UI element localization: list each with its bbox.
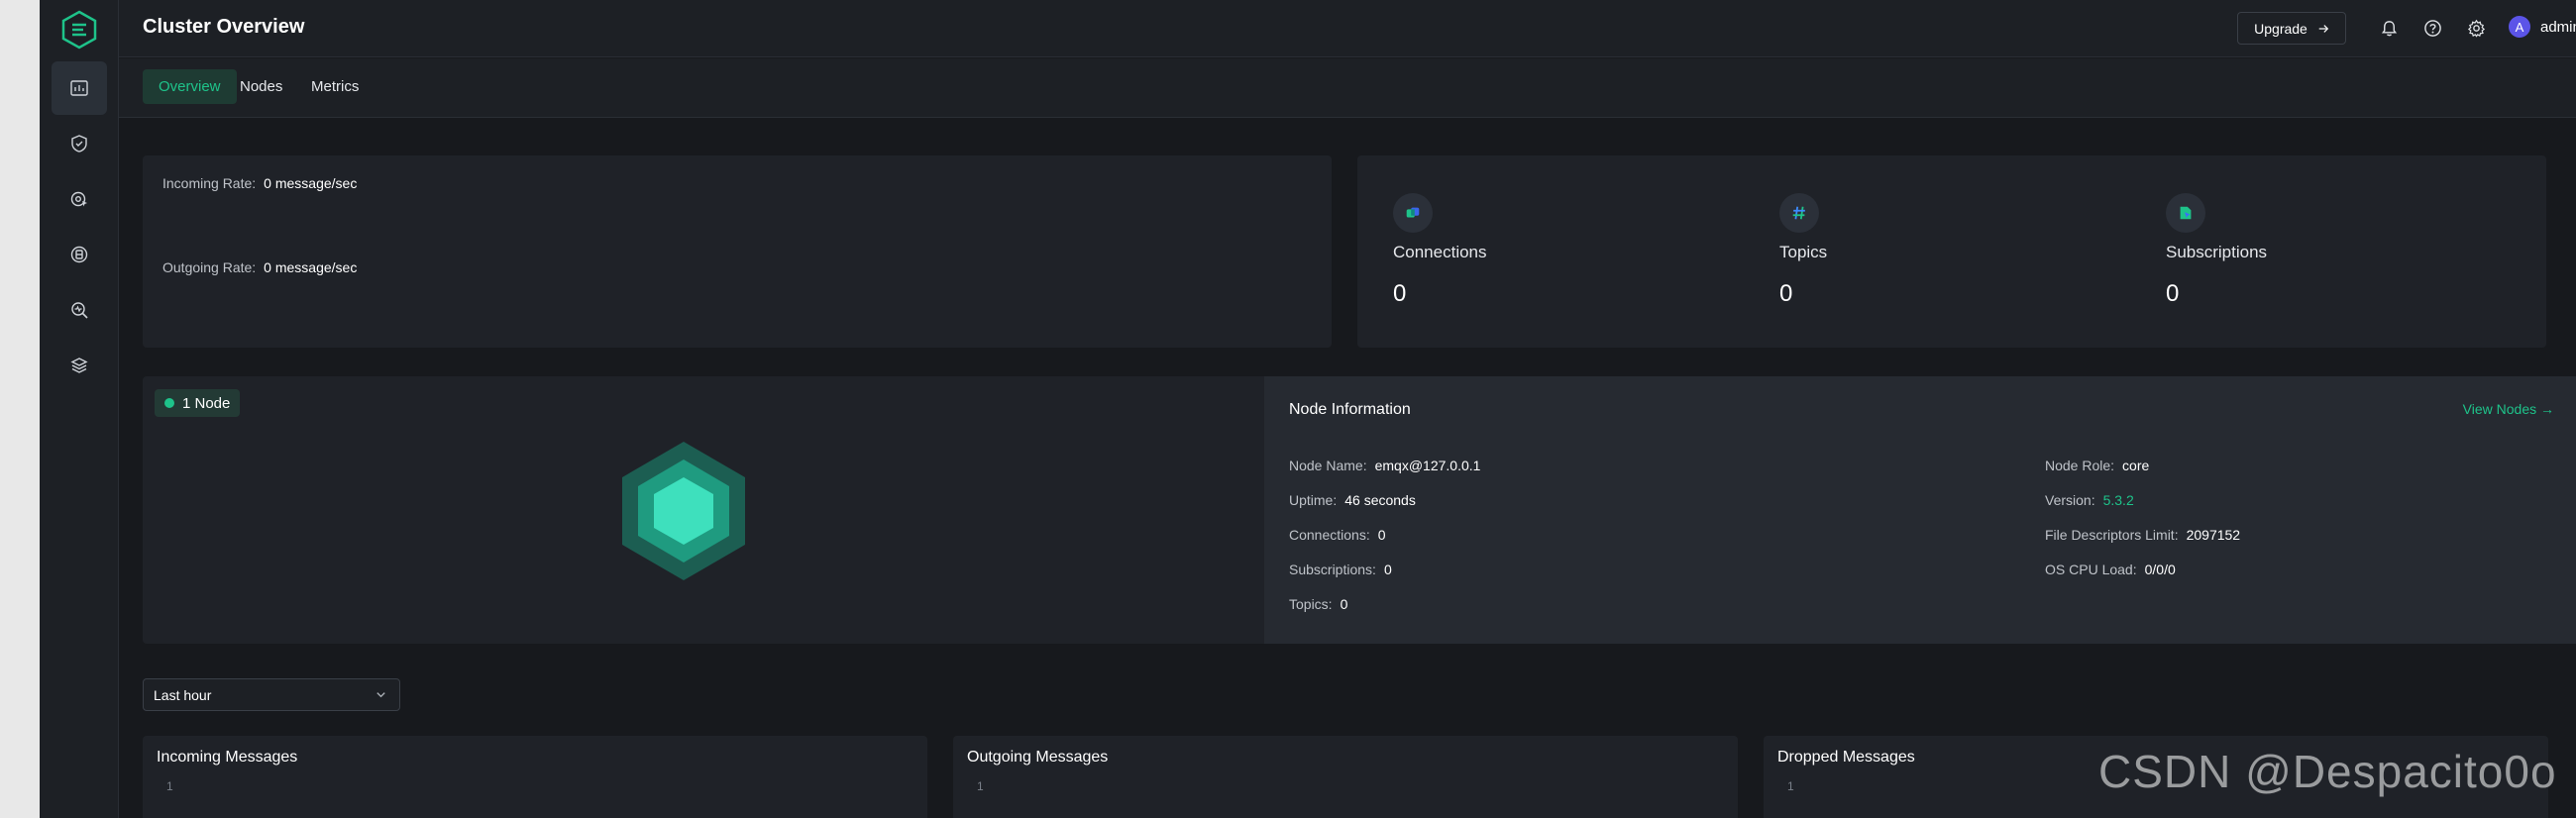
outgoing-rate-label: Outgoing Rate: [162,259,257,275]
sidebar-item-dashboard[interactable] [52,61,107,115]
user-name: admin [2540,18,2576,36]
topics-row: Topics: 0 [1289,596,1347,612]
outgoing-messages-chart: Outgoing Messages 1 [953,736,1738,818]
node-count-label: 1 Node [182,394,231,412]
y-axis-tick: 1 [1787,779,1794,793]
node-name-row: Node Name: emqx@127.0.0.1 [1289,458,1480,473]
incoming-rate: Incoming Rate: 0 message/sec [162,175,357,191]
fd-limit-row: File Descriptors Limit: 2097152 [2045,527,2240,543]
node-role-row: Node Role: core [2045,458,2149,473]
shield-check-icon [71,135,87,153]
user-menu[interactable]: A admin [2509,16,2576,38]
status-dot [164,398,174,408]
node-name-label: Node Name: [1289,458,1367,473]
y-axis-tick: 1 [977,779,984,793]
app-window: Cluster Overview Upgrade A admi Overview… [40,0,2576,818]
upgrade-button[interactable]: Upgrade [2237,12,2346,45]
incoming-rate-label: Incoming Rate: [162,175,257,191]
stat-label: Connections [1393,243,1487,261]
cpu-load-label: OS CPU Load: [2045,562,2137,577]
emqx-logo-icon[interactable] [59,10,99,50]
tabs-bar: Overview Nodes Metrics [119,58,2576,118]
fd-limit-value: 2097152 [2186,527,2241,543]
stat-topics: Topics 0 [1779,193,1827,308]
top-header: Cluster Overview Upgrade A admi [119,0,2576,57]
node-role-value: core [2122,458,2150,473]
tab-overview[interactable]: Overview [143,69,237,104]
dashboard-icon [70,80,88,96]
outgoing-rate: Outgoing Rate: 0 message/sec [162,259,357,275]
stat-value: 0 [1779,280,1793,307]
uptime-row: Uptime: 46 seconds [1289,492,1416,508]
tab-metrics[interactable]: Metrics [295,69,375,104]
page-title: Cluster Overview [143,16,305,38]
cpu-load-value: 0/0/0 [2144,562,2176,577]
connections-value: 0 [1377,527,1386,543]
node-name-value: emqx@127.0.0.1 [1374,458,1481,473]
chart-title: Incoming Messages [157,749,298,766]
sidebar-item-access-control[interactable] [52,117,107,170]
chart-title: Dropped Messages [1777,749,1915,766]
version-value[interactable]: 5.3.2 [2103,492,2134,508]
subscriptions-row: Subscriptions: 0 [1289,562,1392,577]
node-role-label: Node Role: [2045,458,2115,473]
tab-nodes[interactable]: Nodes [224,69,298,104]
layers-icon [70,358,88,373]
uptime-label: Uptime: [1289,492,1338,508]
time-range-select[interactable]: Last hour [143,678,400,711]
topics-value: 0 [1340,596,1348,612]
stat-connections: Connections 0 [1393,193,1487,308]
settings-gear-icon[interactable] [2465,17,2487,39]
sidebar-item-diagnose[interactable] [52,283,107,337]
stat-value: 0 [2166,280,2180,307]
stat-subscriptions: Subscriptions 0 [2166,193,2267,308]
incoming-messages-chart: Incoming Messages 1 [143,736,927,818]
arrow-right-icon [2318,24,2328,33]
avatar: A [2509,16,2530,38]
subscriptions-value: 0 [1383,562,1392,577]
node-count-badge: 1 Node [155,389,241,417]
hash-icon [1779,193,1819,233]
connections-icon [1393,193,1433,233]
view-nodes-label: View Nodes [2462,401,2537,417]
fd-limit-label: File Descriptors Limit: [2045,527,2179,543]
incoming-rate-value: 0 message/sec [264,175,358,191]
watermark: CSDN @Despacito0o [2098,746,2557,797]
subscription-icon [2166,193,2205,233]
cpu-load-row: OS CPU Load: 0/0/0 [2045,562,2176,577]
bell-icon[interactable] [2378,17,2400,39]
gear-cursor-icon [70,191,87,207]
sidebar-item-integration[interactable] [52,228,107,281]
node-information-panel: Node Information View Nodes → Node Name:… [1264,376,2576,644]
stats-card: Connections 0 Topics 0 Subscriptions 0 [1357,155,2546,348]
time-range-value: Last hour [154,686,212,703]
view-nodes-link[interactable]: View Nodes → [2463,401,2554,417]
upgrade-label: Upgrade [2254,20,2308,37]
connections-label: Connections: [1289,527,1370,543]
sidebar-item-management[interactable] [52,172,107,226]
arrow-right-icon: → [2540,401,2554,417]
node-topology-card: 1 Node [143,376,1264,644]
topics-label: Topics: [1289,596,1333,612]
subscriptions-label: Subscriptions: [1289,562,1376,577]
rate-card: Incoming Rate: 0 message/sec Outgoing Rat… [143,155,1332,348]
version-row: Version: 5.3.2 [2045,492,2134,508]
chart-title: Outgoing Messages [967,749,1109,766]
sidebar-item-system[interactable] [52,339,107,392]
node-hexagon-icon[interactable] [618,440,749,582]
stat-label: Subscriptions [2166,243,2268,261]
y-axis-tick: 1 [166,779,173,793]
sidebar [40,0,119,818]
node-information-title: Node Information [1289,401,1411,418]
integration-icon [70,246,88,263]
version-label: Version: [2045,492,2095,508]
diagnose-search-icon [71,302,88,319]
uptime-value: 46 seconds [1344,492,1416,508]
stat-value: 0 [1393,280,1407,307]
stat-label: Topics [1779,243,1828,261]
chevron-down-icon [376,692,385,698]
outgoing-rate-value: 0 message/sec [264,259,358,275]
connections-row: Connections: 0 [1289,527,1386,543]
